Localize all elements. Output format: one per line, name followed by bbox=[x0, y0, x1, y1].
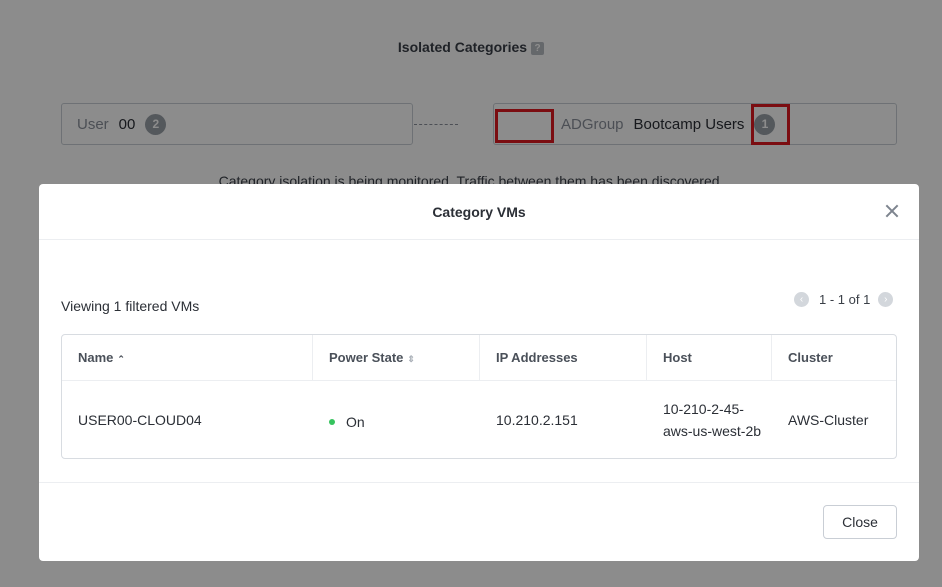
close-icon[interactable] bbox=[882, 201, 902, 221]
column-header-name[interactable]: Name ⌃ bbox=[62, 335, 313, 380]
vm-table: Name ⌃ Power State ⇕ IP Addresses Host Clu… bbox=[61, 334, 897, 459]
sort-asc-icon: ⌃ bbox=[117, 354, 125, 364]
category-vms-modal: Category VMs Viewing 1 filtered VMs ‹ 1 … bbox=[39, 184, 919, 561]
pagination: ‹ 1 - 1 of 1 › bbox=[794, 292, 894, 307]
prev-page-icon[interactable]: ‹ bbox=[794, 292, 809, 307]
cluster-cell: AWS-Cluster bbox=[788, 412, 869, 428]
table-row[interactable]: USER00-CLOUD04 On 10.210.2.151 10-210-2-… bbox=[62, 380, 896, 458]
modal-header: Category VMs bbox=[39, 184, 919, 240]
close-button[interactable]: Close bbox=[823, 505, 897, 539]
power-state-cell: On bbox=[313, 380, 480, 458]
host-cell: 10-210-2-45-aws-us-west-2b bbox=[663, 401, 762, 439]
table-header: Name ⌃ Power State ⇕ IP Addresses Host Clu… bbox=[62, 335, 896, 381]
sort-icon: ⇕ bbox=[407, 354, 415, 364]
next-page-icon[interactable]: › bbox=[878, 292, 894, 307]
pagination-text: 1 - 1 of 1 bbox=[819, 292, 871, 307]
column-header-cluster: Cluster bbox=[788, 350, 833, 365]
column-header-ip-addresses: IP Addresses bbox=[480, 335, 647, 380]
modal-title: Category VMs bbox=[432, 204, 526, 220]
column-header-host: Host bbox=[647, 335, 772, 380]
modal-footer: Close bbox=[39, 482, 919, 561]
power-on-status-dot bbox=[329, 419, 335, 425]
ip-address-cell: 10.210.2.151 bbox=[496, 412, 578, 428]
column-header-power-state[interactable]: Power State ⇕ bbox=[313, 335, 480, 380]
vm-name-cell: USER00-CLOUD04 bbox=[78, 412, 202, 428]
viewing-count-text: Viewing 1 filtered VMs bbox=[61, 298, 200, 314]
